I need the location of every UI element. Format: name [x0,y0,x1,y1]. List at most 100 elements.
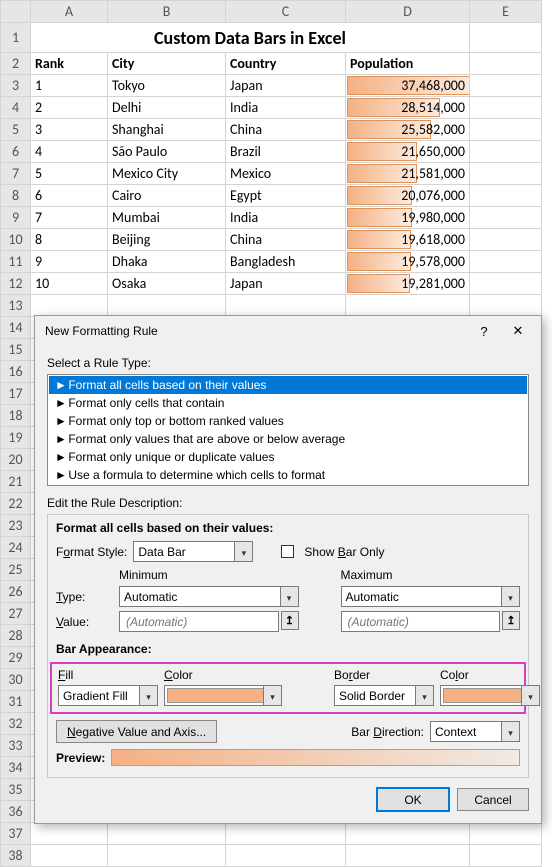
cell-country[interactable]: Brazil [226,141,346,163]
show-bar-only-checkbox[interactable] [281,545,294,558]
cell[interactable] [470,185,542,207]
row-header[interactable]: 13 [1,295,31,317]
row-header[interactable]: 7 [1,163,31,185]
cell-rank[interactable]: 9 [31,251,108,273]
col-header-b[interactable]: B [108,1,226,23]
rule-type-item[interactable]: ► Format only values that are above or b… [49,430,527,448]
cell-city[interactable]: São Paulo [108,141,226,163]
row-header[interactable]: 24 [1,537,31,559]
cell-rank[interactable]: 1 [31,75,108,97]
row-header[interactable]: 37 [1,823,31,845]
cell-rank[interactable]: 5 [31,163,108,185]
cell[interactable] [31,823,108,845]
cell-country[interactable]: Bangladesh [226,251,346,273]
cell[interactable] [470,119,542,141]
row-header[interactable]: 1 [1,23,31,53]
row-header[interactable]: 16 [1,361,31,383]
cell[interactable] [108,823,226,845]
border-combo[interactable]: Solid Border [334,685,434,706]
cell-city[interactable]: Dhaka [108,251,226,273]
cell-city[interactable]: Cairo [108,185,226,207]
cell[interactable] [108,845,226,867]
row-header[interactable]: 29 [1,647,31,669]
row-header[interactable]: 23 [1,515,31,537]
row-header[interactable]: 32 [1,713,31,735]
cell-country[interactable]: India [226,207,346,229]
sheet-title[interactable]: Custom Data Bars in Excel [31,23,470,53]
row-header[interactable]: 20 [1,449,31,471]
rule-type-item[interactable]: ► Format only top or bottom ranked value… [49,412,527,430]
select-all-cell[interactable] [1,1,31,23]
fill-color-combo[interactable] [164,685,282,706]
row-header[interactable]: 10 [1,229,31,251]
cell[interactable] [470,163,542,185]
col-header-a[interactable]: A [31,1,108,23]
cell-population[interactable]: 28,514,000 [346,97,470,119]
row-header[interactable]: 14 [1,317,31,339]
cell[interactable] [346,823,470,845]
row-header[interactable]: 22 [1,493,31,515]
header-rank[interactable]: Rank [31,53,108,75]
col-header-c[interactable]: C [226,1,346,23]
cell-rank[interactable]: 3 [31,119,108,141]
row-header[interactable]: 27 [1,603,31,625]
cell[interactable] [470,141,542,163]
dialog-titlebar[interactable]: New Formatting Rule ? ✕ [35,316,541,346]
cell[interactable] [470,53,542,75]
row-header[interactable]: 36 [1,801,31,823]
cell-country[interactable]: Egypt [226,185,346,207]
row-header[interactable]: 25 [1,559,31,581]
cell-city[interactable]: Delhi [108,97,226,119]
row-header[interactable]: 19 [1,427,31,449]
cell-country[interactable]: Japan [226,273,346,295]
cell-population[interactable]: 19,578,000 [346,251,470,273]
col-header-e[interactable]: E [470,1,542,23]
row-header[interactable]: 33 [1,735,31,757]
cell-country[interactable]: Mexico [226,163,346,185]
cell[interactable] [470,845,542,867]
row-header[interactable]: 15 [1,339,31,361]
cell[interactable] [470,295,542,317]
row-header[interactable]: 38 [1,845,31,867]
cell[interactable] [470,207,542,229]
min-type-combo[interactable]: Automatic [119,586,299,607]
cancel-button[interactable]: Cancel [457,788,529,811]
close-button[interactable]: ✕ [501,323,535,339]
row-header[interactable]: 8 [1,185,31,207]
row-header[interactable]: 17 [1,383,31,405]
header-country[interactable]: Country [226,53,346,75]
cell[interactable] [470,273,542,295]
cell-country[interactable]: India [226,97,346,119]
row-header[interactable]: 26 [1,581,31,603]
cell-rank[interactable]: 10 [31,273,108,295]
fill-combo[interactable]: Gradient Fill [58,685,158,706]
row-header[interactable]: 18 [1,405,31,427]
cell-population[interactable]: 19,618,000 [346,229,470,251]
cell-city[interactable]: Beijing [108,229,226,251]
cell[interactable] [226,823,346,845]
rule-type-list[interactable]: ► Format all cells based on their values… [47,374,529,486]
row-header[interactable]: 34 [1,757,31,779]
cell[interactable] [470,823,542,845]
ok-button[interactable]: OK [377,788,449,811]
cell-city[interactable]: Mexico City [108,163,226,185]
cell[interactable] [470,75,542,97]
negative-value-axis-button[interactable]: Negative Value and Axis... [56,720,217,743]
rule-type-item[interactable]: ► Format all cells based on their values [49,376,527,394]
cell-population[interactable]: 19,980,000 [346,207,470,229]
cell-population[interactable]: 37,468,000 [346,75,470,97]
cell[interactable] [346,295,470,317]
row-header[interactable]: 4 [1,97,31,119]
cell-population[interactable]: 19,281,000 [346,273,470,295]
cell-city[interactable]: Mumbai [108,207,226,229]
col-header-d[interactable]: D [346,1,470,23]
row-header[interactable]: 35 [1,779,31,801]
row-header[interactable]: 6 [1,141,31,163]
row-header[interactable]: 21 [1,471,31,493]
min-value-picker[interactable] [281,611,299,630]
row-header[interactable]: 3 [1,75,31,97]
cell-country[interactable]: China [226,229,346,251]
cell-population[interactable]: 21,581,000 [346,163,470,185]
cell-rank[interactable]: 4 [31,141,108,163]
cell[interactable] [346,845,470,867]
